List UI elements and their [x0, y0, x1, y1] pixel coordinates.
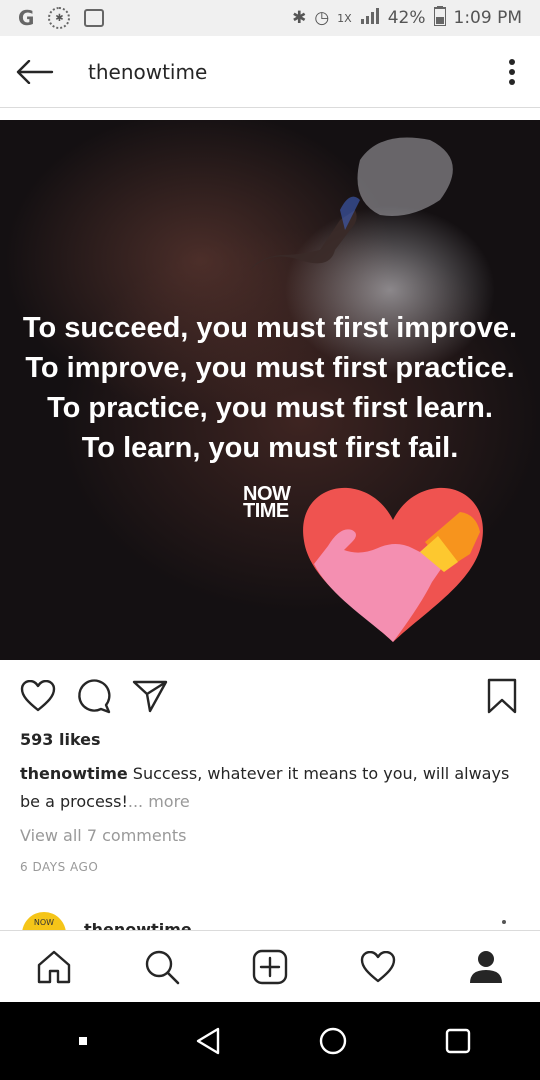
back-button[interactable] [0, 36, 70, 108]
home-icon [37, 950, 71, 983]
post-timestamp: 6 DAYS AGO [20, 860, 99, 874]
avatar[interactable]: NOW [22, 912, 66, 930]
bookmark-button[interactable] [482, 676, 522, 716]
logo-line: TIME [243, 500, 289, 522]
post-image[interactable]: To succeed, you must first improve. To i… [0, 120, 540, 660]
comment-button[interactable] [74, 676, 114, 716]
likes-count[interactable]: 593 likes [20, 730, 101, 749]
quote-text: To succeed, you must first improve. To i… [0, 308, 540, 468]
recents-dot-icon [78, 1037, 87, 1045]
android-nav-bar [0, 1002, 540, 1080]
app-header: thenowtime [0, 36, 540, 108]
nav-add-post[interactable] [240, 937, 300, 997]
status-right-icons: ✱ ◷ 1X 42% 1:09 PM [292, 5, 523, 31]
notification-badge-icon: ✱ [48, 7, 71, 29]
android-overview-button[interactable] [428, 1011, 488, 1071]
back-arrow-icon [16, 59, 54, 84]
status-left-icons: G ✱ [18, 6, 105, 30]
header-title: thenowtime [88, 59, 208, 84]
like-button[interactable] [18, 676, 58, 716]
comment-icon [78, 679, 111, 714]
heart-icon [20, 680, 56, 712]
gallery-icon [84, 9, 105, 27]
add-post-icon [252, 949, 288, 984]
bookmark-icon [487, 678, 517, 714]
nav-home[interactable] [24, 937, 84, 997]
data-speed: 1X [337, 11, 352, 25]
next-post-username[interactable]: thenowtime [84, 920, 192, 930]
back-triangle-icon [196, 1027, 219, 1055]
battery-icon [432, 5, 447, 31]
nav-search[interactable] [132, 937, 192, 997]
status-bar: G ✱ ✱ ◷ 1X 42% 1:09 PM [0, 0, 540, 36]
share-button[interactable] [130, 676, 170, 716]
home-circle-icon [319, 1027, 346, 1055]
nav-profile[interactable] [456, 937, 516, 997]
battery-percent: 42% [387, 8, 426, 28]
alarm-icon: ◷ [314, 8, 330, 28]
share-icon [132, 680, 168, 713]
android-back-button[interactable] [178, 1011, 238, 1071]
now-time-logo: NOW TIME [243, 484, 291, 522]
recents-dot-button[interactable] [53, 1011, 113, 1071]
google-icon: G [18, 6, 35, 30]
post-caption: thenowtime Success, whatever it means to… [20, 760, 520, 816]
post-actions [0, 670, 540, 722]
quote-line: To improve, you must first practice. [25, 352, 515, 384]
signal-icon [360, 7, 380, 29]
profile-icon [470, 950, 502, 983]
more-options-button[interactable] [484, 36, 540, 108]
caption-more-link[interactable]: ... more [128, 792, 190, 811]
next-post-header: NOW thenowtime [0, 908, 540, 930]
more-options-icon[interactable] [502, 920, 506, 924]
clock: 1:09 PM [453, 8, 523, 28]
nav-activity[interactable] [348, 937, 408, 997]
view-comments-link[interactable]: View all 7 comments [20, 826, 186, 845]
more-vertical-icon [509, 58, 515, 85]
quote-line: To learn, you must first fail. [81, 432, 459, 464]
search-icon [145, 950, 180, 984]
activity-heart-icon [360, 950, 396, 982]
quote-line: To practice, you must first learn. [47, 392, 493, 424]
android-home-button[interactable] [303, 1011, 363, 1071]
heart-arm-logo-icon [303, 487, 483, 642]
bottom-nav [0, 930, 540, 1002]
caption-username[interactable]: thenowtime [20, 764, 128, 783]
overview-square-icon [445, 1028, 470, 1054]
bluetooth-icon: ✱ [292, 8, 307, 28]
quote-line: To succeed, you must first improve. [22, 312, 518, 344]
